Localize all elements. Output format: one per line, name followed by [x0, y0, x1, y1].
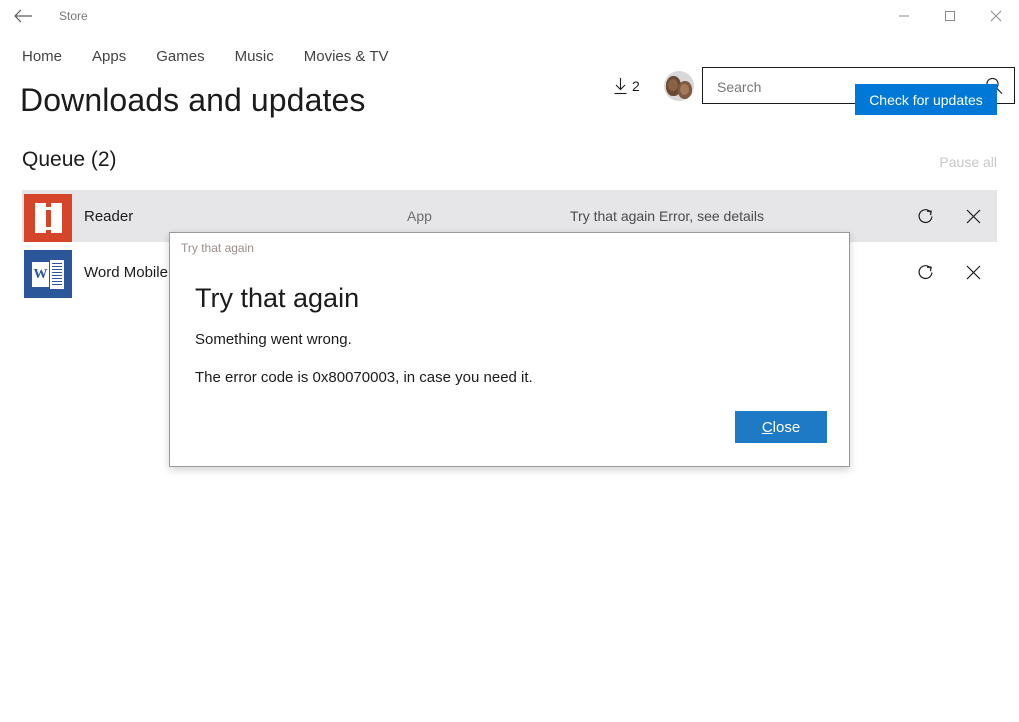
- main-navbar: Home Apps Games Music Movies & TV 2: [0, 32, 1019, 80]
- retry-button[interactable]: [901, 192, 949, 240]
- check-for-updates-button[interactable]: Check for updates: [855, 84, 997, 115]
- minimize-icon: [898, 10, 910, 22]
- dialog-heading: Try that again: [195, 283, 359, 314]
- close-icon: [990, 10, 1002, 22]
- retry-icon: [916, 207, 935, 226]
- close-button[interactable]: [973, 0, 1019, 32]
- nav-items: Home Apps Games Music Movies & TV: [22, 32, 389, 80]
- page-title: Downloads and updates: [20, 82, 365, 119]
- app-name: Reader: [84, 208, 133, 225]
- queue-heading: Queue (2): [22, 148, 117, 172]
- downloads-indicator[interactable]: 2: [612, 72, 640, 100]
- nav-item-movies-tv[interactable]: Movies & TV: [304, 48, 389, 65]
- reader-icon-curve: [43, 207, 57, 230]
- queue-header: Queue (2) Pause all: [0, 148, 1019, 182]
- retry-icon: [916, 263, 935, 282]
- dialog-close-accelerator: C: [762, 419, 773, 436]
- retry-button[interactable]: [901, 248, 949, 296]
- app-name: Word Mobile: [84, 264, 168, 281]
- cancel-icon: [964, 263, 983, 282]
- app-status: Try that again Error, see details: [570, 208, 764, 224]
- cancel-icon: [964, 207, 983, 226]
- nav-item-music[interactable]: Music: [235, 48, 274, 65]
- pause-all-button[interactable]: Pause all: [939, 154, 997, 170]
- back-button[interactable]: [0, 0, 46, 32]
- error-dialog: Try that again Try that again Something …: [169, 232, 850, 467]
- nav-item-games[interactable]: Games: [156, 48, 204, 65]
- nav-item-apps[interactable]: Apps: [92, 48, 126, 65]
- maximize-icon: [944, 10, 956, 22]
- download-icon: [612, 77, 629, 96]
- downloads-count: 2: [632, 78, 640, 94]
- app-title: Store: [59, 0, 88, 32]
- row-actions: [901, 192, 997, 240]
- back-arrow-icon: [13, 8, 33, 24]
- word-app-icon: W: [24, 250, 72, 298]
- cancel-button[interactable]: [949, 248, 997, 296]
- nav-item-home[interactable]: Home: [22, 48, 62, 65]
- reader-app-icon: [24, 194, 72, 242]
- dialog-titlebar-title: Try that again: [181, 241, 254, 255]
- app-type: App: [407, 208, 432, 224]
- minimize-button[interactable]: [881, 0, 927, 32]
- avatar[interactable]: [664, 71, 694, 101]
- dialog-message-error-code: The error code is 0x80070003, in case yo…: [195, 369, 533, 386]
- window-controls: [881, 0, 1019, 32]
- word-icon-letter: W: [32, 262, 49, 287]
- row-actions: [901, 248, 997, 296]
- avatar-face-right: [678, 81, 692, 99]
- maximize-button[interactable]: [927, 0, 973, 32]
- word-icon-document: [50, 260, 64, 289]
- dialog-close-button[interactable]: Close: [735, 411, 827, 443]
- dialog-message-primary: Something went wrong.: [195, 331, 352, 348]
- dialog-close-label-rest: lose: [773, 419, 801, 436]
- dialog-titlebar: Try that again: [170, 233, 849, 263]
- cancel-button[interactable]: [949, 192, 997, 240]
- window-titlebar: Store: [0, 0, 1019, 32]
